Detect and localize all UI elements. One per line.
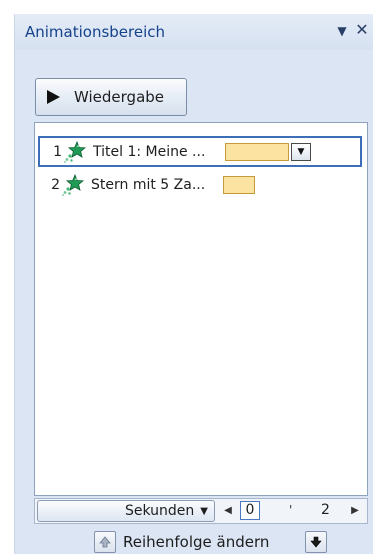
animation-item-1[interactable]: 1 Titel 1: Meine ... ▼	[38, 136, 362, 167]
pane-title-bar: Animationsbereich ▼ ✕	[15, 14, 373, 50]
chevron-down-icon: ▼	[200, 505, 208, 517]
play-icon	[47, 90, 60, 104]
timeline-bar: Sekunden ▼ ◀ 0 ' 2 ▶	[34, 498, 368, 524]
star-effect-icon	[62, 174, 85, 196]
animation-timing-bar[interactable]	[225, 142, 289, 161]
chevron-down-icon[interactable]: ▼	[335, 23, 349, 39]
star-effect-icon	[64, 140, 87, 163]
scroll-right-icon[interactable]: ▶	[349, 503, 361, 519]
animation-list[interactable]: 1 Titel 1: Meine ... ▼ 2 Stern mit 5 Za.…	[34, 122, 368, 496]
animation-item-2[interactable]: 2 Stern mit 5 Za...	[38, 171, 362, 199]
reorder-up-button[interactable]	[94, 531, 116, 553]
reorder-label: Reihenfolge ändern	[123, 533, 270, 551]
close-icon[interactable]: ✕	[354, 21, 370, 39]
arrow-up-icon	[99, 536, 111, 548]
animation-pane: Animationsbereich ▼ ✕ Wiedergabe 1 Titel…	[14, 14, 373, 554]
arrow-down-icon	[310, 536, 322, 548]
seconds-dropdown-label: Sekunden	[125, 503, 195, 519]
application-frame: Animationsbereich ▼ ✕ Wiedergabe 1 Titel…	[0, 0, 376, 559]
timeline-tick: '	[289, 503, 293, 517]
chevron-down-icon[interactable]: ▼	[291, 142, 311, 161]
animation-item-number: 1	[53, 143, 62, 160]
animation-item-label: Titel 1: Meine ...	[93, 143, 206, 160]
seconds-dropdown[interactable]: Sekunden ▼	[37, 500, 215, 522]
play-button[interactable]: Wiedergabe	[35, 78, 187, 116]
animation-timing-bar[interactable]	[223, 176, 255, 194]
timeline-end-value: 2	[321, 502, 330, 518]
pane-title: Animationsbereich	[25, 23, 166, 41]
play-button-label: Wiedergabe	[74, 88, 165, 106]
scroll-left-icon[interactable]: ◀	[222, 503, 234, 519]
timeline-start-value: 0	[240, 501, 260, 520]
animation-item-number: 2	[51, 177, 60, 193]
reorder-down-button[interactable]	[305, 531, 327, 553]
animation-item-label: Stern mit 5 Za...	[91, 177, 206, 193]
